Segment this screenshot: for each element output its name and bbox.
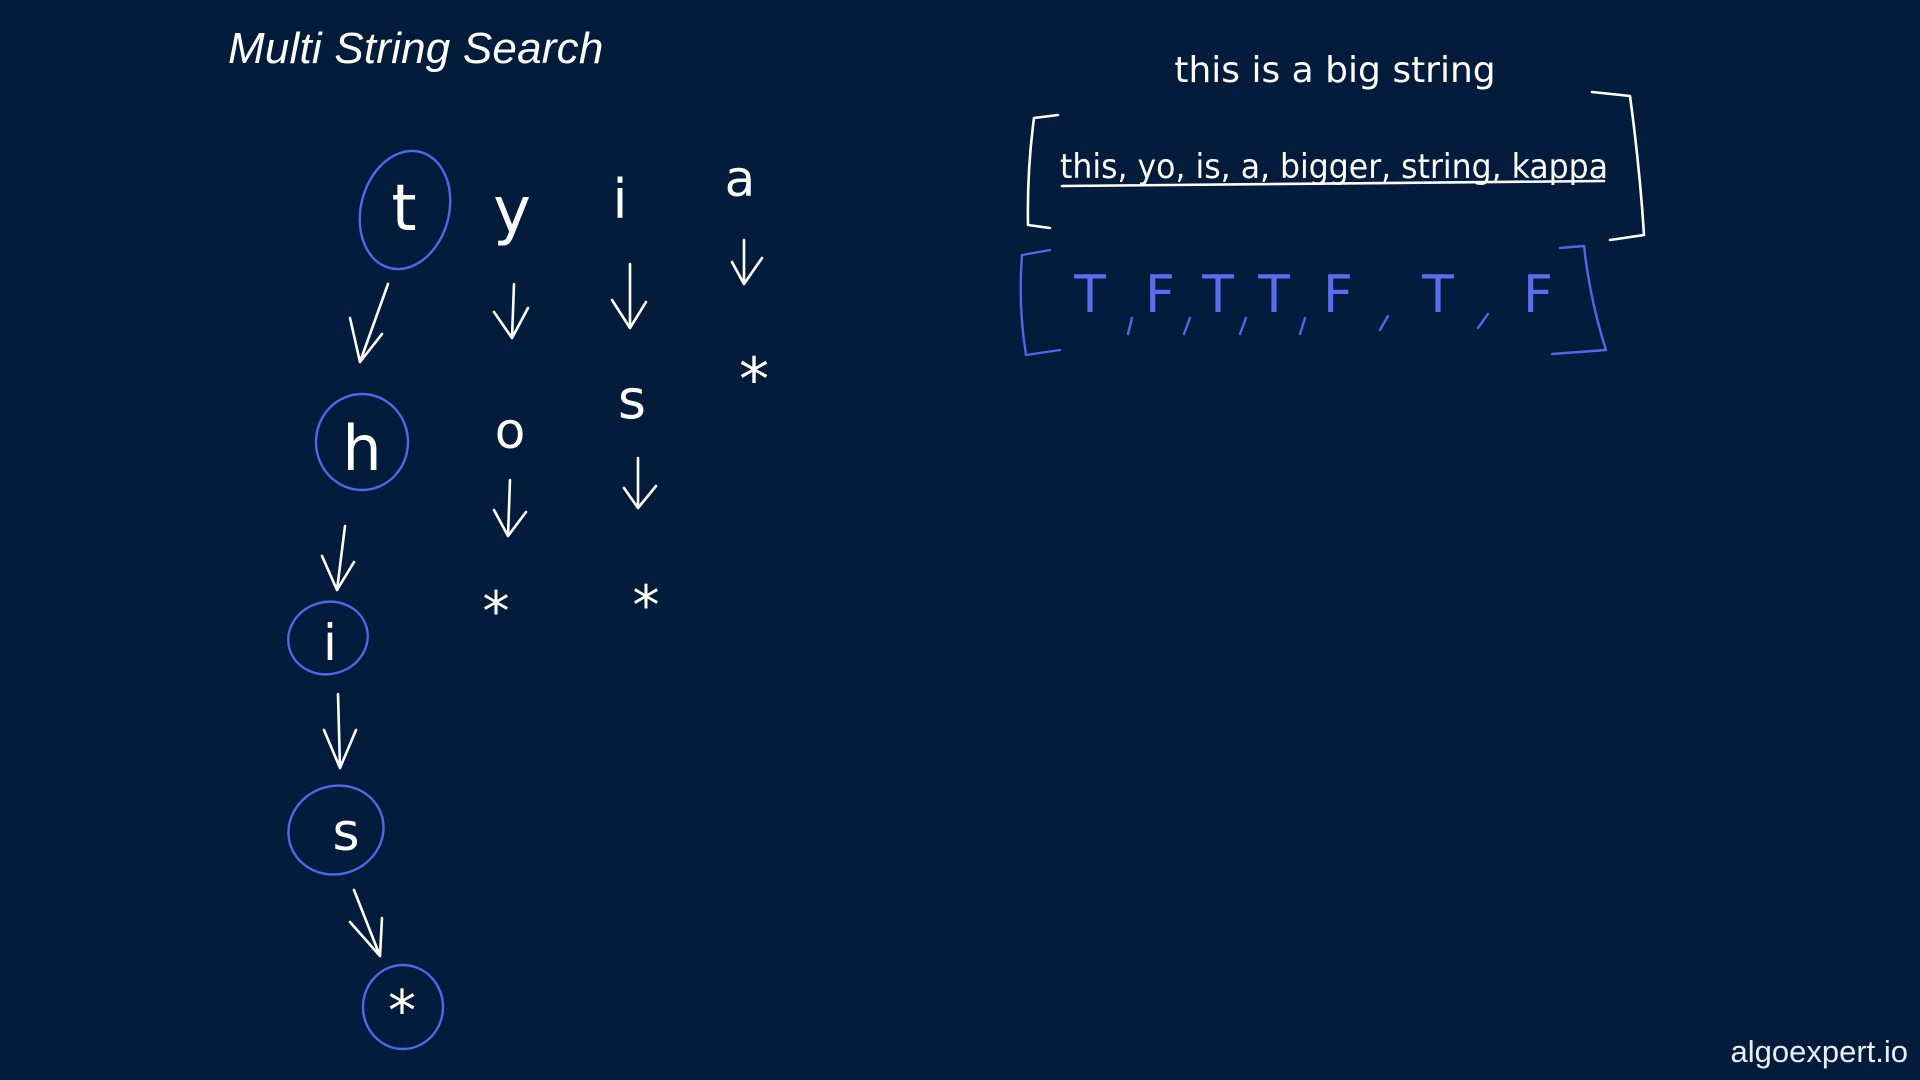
- trie-branch-a: a *: [725, 150, 769, 415]
- results-left-bracket: [1019, 248, 1062, 357]
- result-value: F: [1145, 265, 1175, 325]
- trie-node: *: [633, 574, 660, 637]
- result-value: F: [1323, 265, 1353, 325]
- result-value: T: [1201, 265, 1234, 325]
- trie-root-branch: t h i s *: [287, 149, 452, 1051]
- trie-branch-i: i s *: [610, 168, 660, 637]
- trie-node: *: [388, 979, 416, 1044]
- big-string-label: this is a big string: [1174, 50, 1495, 91]
- trie-node: i: [323, 614, 337, 672]
- trie-node: a: [725, 150, 756, 208]
- down-arrow-icon: [348, 888, 384, 958]
- down-arrow-icon: [320, 524, 356, 592]
- results-values: T F T T F T F: [1073, 265, 1553, 325]
- result-value: F: [1523, 265, 1553, 325]
- trie-diagram: this is a big string this, yo, is, a, bi…: [287, 50, 1646, 1051]
- trie-node: *: [739, 345, 769, 415]
- down-arrow-icon: [322, 692, 358, 770]
- brand-watermark: algoexpert.io: [1730, 1034, 1908, 1069]
- trie-node: o: [495, 402, 526, 460]
- down-arrow-icon: [492, 478, 528, 538]
- down-arrow-icon: [622, 456, 658, 510]
- result-value: T: [1073, 265, 1106, 325]
- down-arrow-icon: [348, 282, 390, 364]
- trie-node: s: [618, 368, 646, 431]
- small-strings-left-bracket: [1026, 113, 1060, 230]
- down-arrow-icon: [730, 238, 764, 286]
- trie-node: i: [612, 168, 627, 231]
- down-arrow-icon: [492, 282, 530, 340]
- trie-node: y: [493, 174, 531, 248]
- trie-branch-y: y o *: [483, 174, 531, 643]
- trie-node: t: [391, 172, 416, 246]
- result-value: T: [1421, 265, 1454, 325]
- trie-node: s: [332, 803, 359, 863]
- result-value: T: [1257, 265, 1290, 325]
- down-arrow-icon: [610, 262, 648, 330]
- results-right-bracket: [1550, 244, 1608, 356]
- trie-node: h: [342, 412, 381, 485]
- whiteboard-canvas: Multi String Search this is a big string…: [0, 0, 1920, 1080]
- trie-node: *: [483, 580, 510, 643]
